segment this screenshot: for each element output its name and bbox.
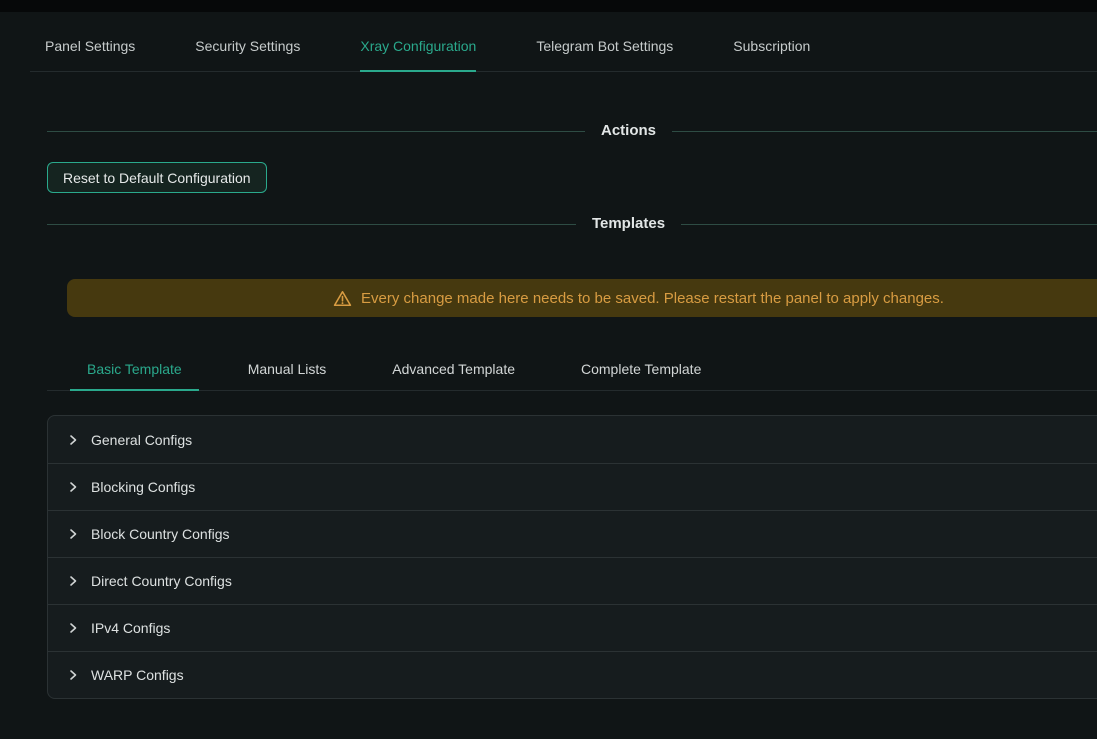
chevron-right-icon [67,622,79,634]
restart-warning-text: Every change made here needs to be saved… [361,290,944,307]
tab-xray-configuration[interactable]: Xray Configuration [360,38,476,71]
accordion-item-label: WARP Configs [91,667,184,683]
templates-divider-title: Templates [576,213,681,235]
top-window-strip [0,0,1097,12]
accordion-item-label: Block Country Configs [91,526,230,542]
templates-divider: Templates [47,213,1097,235]
accordion-item-label: IPv4 Configs [91,620,170,636]
accordion-item-warp-configs[interactable]: WARP Configs [48,651,1097,698]
accordion-item-direct-country-configs[interactable]: Direct Country Configs [48,557,1097,604]
reset-default-configuration-button[interactable]: Reset to Default Configuration [47,162,267,193]
restart-warning-alert: Every change made here needs to be saved… [67,279,1097,317]
chevron-right-icon [67,528,79,540]
tab-telegram-bot-settings[interactable]: Telegram Bot Settings [536,38,673,71]
chevron-right-icon [67,669,79,681]
accordion-item-label: Direct Country Configs [91,573,232,589]
tab-advanced-template[interactable]: Advanced Template [375,351,532,390]
accordion-item-label: General Configs [91,432,192,448]
chevron-right-icon [67,434,79,446]
accordion-item-general-configs[interactable]: General Configs [48,416,1097,463]
tab-security-settings[interactable]: Security Settings [195,38,300,71]
accordion-item-blocking-configs[interactable]: Blocking Configs [48,463,1097,510]
divider-line [47,131,585,132]
divider-line [681,224,1097,225]
tab-basic-template[interactable]: Basic Template [70,351,199,390]
actions-divider: Actions [47,120,1097,142]
tab-complete-template[interactable]: Complete Template [564,351,718,390]
divider-line [47,224,576,225]
chevron-right-icon [67,575,79,587]
tab-manual-lists[interactable]: Manual Lists [231,351,344,390]
warning-triangle-icon [333,289,352,308]
template-tab-bar: Basic Template Manual Lists Advanced Tem… [47,351,1097,391]
chevron-right-icon [67,481,79,493]
accordion-item-label: Blocking Configs [91,479,195,495]
accordion-item-ipv4-configs[interactable]: IPv4 Configs [48,604,1097,651]
tab-panel-settings[interactable]: Panel Settings [45,38,135,71]
configs-accordion: General Configs Blocking Configs Block C… [47,415,1097,699]
divider-line [672,131,1097,132]
tab-subscription[interactable]: Subscription [733,38,810,71]
accordion-item-block-country-configs[interactable]: Block Country Configs [48,510,1097,557]
xray-configuration-panel: Actions Reset to Default Configuration T… [47,120,1097,699]
actions-divider-title: Actions [585,120,672,142]
main-tab-bar: Panel Settings Security Settings Xray Co… [30,12,1097,72]
